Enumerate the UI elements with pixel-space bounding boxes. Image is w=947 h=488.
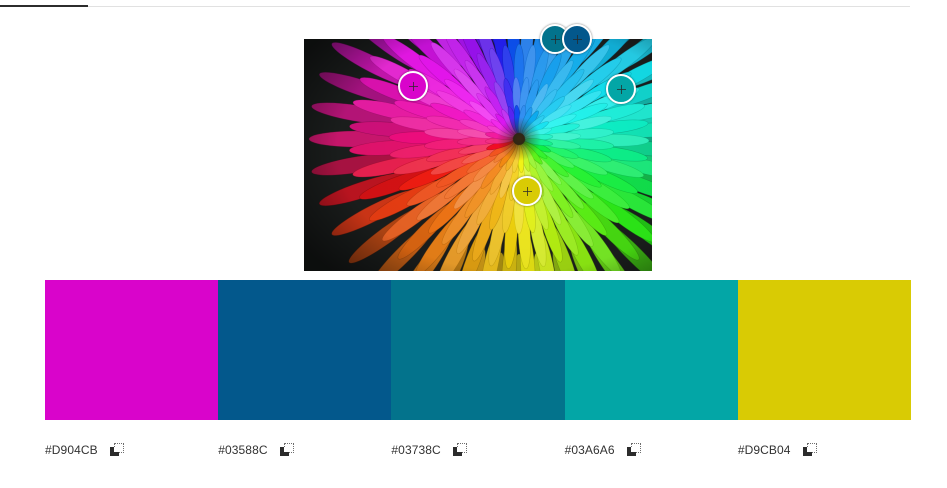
hex-code-item: #D904CB: [45, 440, 218, 460]
flower-image: [304, 39, 652, 271]
palette-swatches: [45, 280, 912, 420]
hex-value[interactable]: #03738C: [391, 443, 440, 457]
palette-hex-codes: #D904CB #03588C #03738C #03A6A6 #D9CB04: [45, 440, 911, 460]
copy-icon[interactable]: [452, 442, 468, 458]
picker-teal[interactable]: [606, 74, 636, 104]
copy-icon[interactable]: [802, 442, 818, 458]
copy-icon[interactable]: [279, 442, 295, 458]
hex-code-item: #03738C: [391, 440, 564, 460]
swatch-2[interactable]: [218, 280, 392, 420]
hex-value[interactable]: #D9CB04: [738, 443, 791, 457]
picker-magenta[interactable]: [398, 71, 428, 101]
hex-value[interactable]: #03588C: [218, 443, 267, 457]
swatch-1[interactable]: [45, 280, 219, 420]
source-photo: [304, 24, 652, 271]
hex-code-item: #D9CB04: [738, 440, 911, 460]
copy-icon[interactable]: [626, 442, 642, 458]
copy-icon[interactable]: [109, 442, 125, 458]
picker-blue[interactable]: [562, 24, 592, 54]
color-theme-extractor: #D904CB #03588C #03738C #03A6A6 #D9CB04: [0, 0, 947, 488]
hex-code-item: #03588C: [218, 440, 391, 460]
hex-code-item: #03A6A6: [565, 440, 738, 460]
swatch-4[interactable]: [564, 280, 738, 420]
swatch-5[interactable]: [737, 280, 912, 420]
hex-value[interactable]: #D904CB: [45, 443, 98, 457]
tab-bar-track: [0, 6, 910, 7]
hex-value[interactable]: #03A6A6: [565, 443, 615, 457]
picker-yellow[interactable]: [512, 176, 542, 206]
swatch-3[interactable]: [391, 280, 565, 420]
tab-active-indicator[interactable]: [0, 5, 88, 7]
